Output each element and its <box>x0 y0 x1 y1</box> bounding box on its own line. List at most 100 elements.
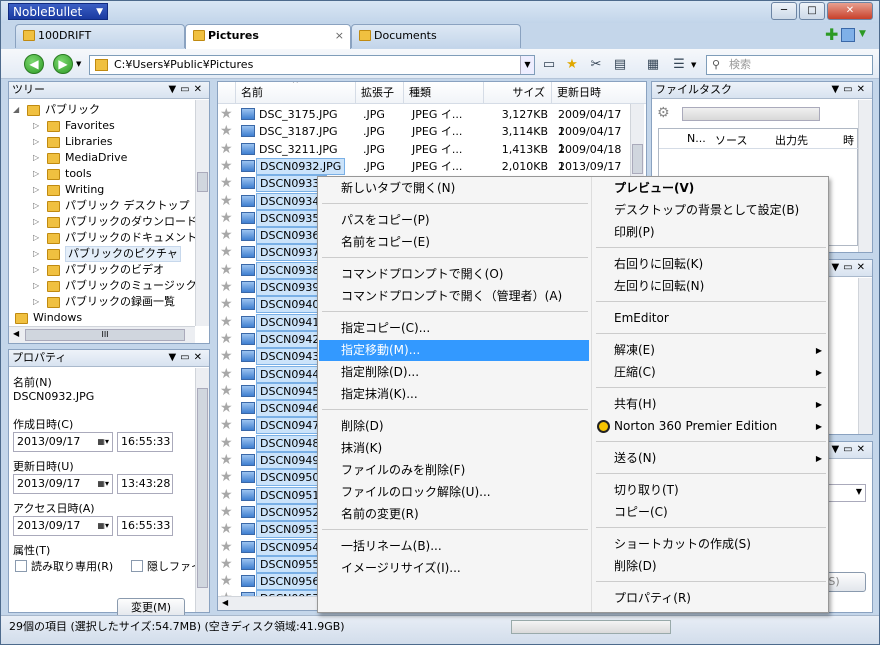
menu-item[interactable]: 左回りに回転(N) <box>592 276 828 297</box>
star-icon[interactable]: ★ <box>220 227 233 244</box>
view-dropdown-icon[interactable]: ▼ <box>691 61 696 69</box>
star-icon[interactable]: ★ <box>220 521 233 538</box>
table-row[interactable]: ★ DSCN0932.JPG .JPG JPEG イ... 2,010KB 2013/09… <box>218 157 630 190</box>
tree-item[interactable]: ▷ MediaDrive <box>9 150 195 166</box>
expand-icon[interactable]: ▷ <box>33 150 39 166</box>
menu-item[interactable]: 抹消(K) <box>319 438 589 459</box>
star-icon[interactable]: ★ <box>220 383 233 400</box>
menu-item[interactable]: 指定移動(M)... <box>319 340 589 361</box>
star-icon[interactable]: ★ <box>220 487 233 504</box>
star-icon[interactable]: ★ <box>220 331 233 348</box>
tree-item[interactable]: ▷ パブリックのビデオ <box>9 262 195 278</box>
star-icon[interactable]: ★ <box>220 210 233 227</box>
expand-icon[interactable]: ▷ <box>33 230 39 246</box>
tree-item[interactable]: ▷ パブリックのドキュメント <box>9 230 197 246</box>
menu-item[interactable]: 名前をコピー(E) <box>319 232 589 253</box>
star-icon[interactable]: ★ <box>220 123 233 140</box>
created-time-field[interactable]: 16:55:33 <box>117 432 173 452</box>
readonly-checkbox[interactable] <box>15 560 27 572</box>
star-icon[interactable]: ★ <box>220 417 233 434</box>
table-row[interactable]: ★ DSC_3211.JPG .JPG JPEG イ... 1,413KB 2009/04… <box>218 141 630 173</box>
close-button[interactable]: ✕ <box>827 2 873 20</box>
menu-item[interactable]: 削除(D) <box>319 416 589 437</box>
menu-item[interactable]: コピー(C) <box>592 502 828 523</box>
search-input[interactable]: ⚲ 検索 <box>706 55 873 75</box>
tree-item[interactable]: ▷ パブリックのピクチャ <box>9 246 195 262</box>
star-icon[interactable]: ★ <box>220 539 233 556</box>
view-icon[interactable]: ▦ <box>645 57 661 73</box>
star-icon[interactable]: ★ <box>220 262 233 279</box>
tab-documents[interactable]: Documents <box>351 24 521 48</box>
star-icon[interactable]: ★ <box>220 573 233 590</box>
forward-button[interactable]: ▶ <box>53 54 73 74</box>
tab-pictures[interactable]: Pictures × <box>185 24 351 49</box>
star-icon[interactable]: ★ <box>220 314 233 331</box>
dropdown-icon[interactable]: ▼ <box>859 29 866 39</box>
menu-item[interactable]: 印刷(P) <box>592 222 828 243</box>
modified-time-field[interactable]: 13:43:28 <box>117 474 173 494</box>
expand-icon[interactable]: ▷ <box>33 134 39 150</box>
menu-item[interactable]: 右回りに回転(K) <box>592 254 828 275</box>
table-row[interactable]: ★ DSC_3187.JPG .JPG JPEG イ... 3,114KB 2009/04… <box>218 123 630 155</box>
task-col-dest[interactable]: 出力先 <box>775 132 808 148</box>
menu-item[interactable]: ファイルのみを削除(F) <box>319 460 589 481</box>
star-icon[interactable]: ★ <box>220 366 233 383</box>
tab-100drift[interactable]: 100DRIFT <box>15 24 185 48</box>
task-col-source[interactable]: ソース <box>715 132 747 148</box>
menu-item[interactable]: コマンドプロンプトで開く（管理者）(A) <box>319 286 589 307</box>
expand-icon[interactable]: ▷ <box>33 262 39 278</box>
tools-icon[interactable]: ✂ <box>588 57 604 73</box>
menu-item[interactable]: プロパティ(R) <box>592 588 828 609</box>
favorites-star-icon[interactable]: ★ <box>564 57 580 73</box>
pane-controls[interactable]: ▼▭✕ <box>168 350 206 366</box>
menu-item[interactable]: コマンドプロンプトで開く(O) <box>319 264 589 285</box>
star-icon[interactable]: ★ <box>220 452 233 469</box>
star-icon[interactable]: ★ <box>220 193 233 210</box>
column-header-size[interactable]: サイズ <box>484 82 552 104</box>
star-icon[interactable]: ★ <box>220 400 233 417</box>
menu-item[interactable]: Norton 360 Premier Edition ▶ <box>592 416 828 437</box>
star-icon[interactable]: ★ <box>220 348 233 365</box>
menu-item[interactable]: ショートカットの作成(S) <box>592 534 828 555</box>
tree-item[interactable]: ▷ Writing <box>9 182 195 198</box>
back-button[interactable]: ◀ <box>24 54 44 74</box>
star-icon[interactable]: ★ <box>220 175 233 192</box>
hscroll-thumb[interactable]: III <box>25 329 185 341</box>
minimize-button[interactable]: ─ <box>771 2 797 20</box>
expand-icon[interactable]: ▷ <box>33 118 39 134</box>
menu-item[interactable]: 圧縮(C) ▶ <box>592 362 828 383</box>
menu-item[interactable]: 解凍(E) ▶ <box>592 340 828 361</box>
expand-icon[interactable]: ▷ <box>33 278 39 294</box>
star-icon[interactable]: ★ <box>220 106 233 123</box>
column-header-ext[interactable]: 拡張子 <box>356 82 404 104</box>
task-col-time[interactable]: 時 <box>843 132 854 148</box>
tree-item[interactable]: Windows <box>9 310 195 326</box>
menu-item[interactable]: 指定削除(D)... <box>319 362 589 383</box>
menu-item[interactable]: 共有(H) ▶ <box>592 394 828 415</box>
tree-item[interactable]: ▷ パブリックのミュージック <box>9 278 197 294</box>
gear-icon[interactable]: ⚙ <box>657 105 670 121</box>
menu-item[interactable]: 新しいタブで開く(N) <box>319 178 589 199</box>
tab-close-icon[interactable]: × <box>335 25 344 47</box>
expand-icon[interactable]: ▷ <box>33 182 39 198</box>
menu-item[interactable]: EmEditor <box>592 308 828 329</box>
expand-icon[interactable]: ◢ <box>13 102 19 118</box>
star-icon[interactable]: ★ <box>220 504 233 521</box>
task-col-n[interactable]: N... <box>687 132 706 145</box>
menu-item[interactable]: ファイルのロック解除(U)... <box>319 482 589 503</box>
accessed-date-field[interactable]: 2013/09/17 ▦▾ <box>13 516 113 536</box>
menu-item[interactable]: 指定コピー(C)... <box>319 318 589 339</box>
star-icon[interactable]: ★ <box>220 296 233 313</box>
column-header-date[interactable]: 更新日時 <box>552 82 646 104</box>
menu-item[interactable]: プレビュー(V) <box>592 178 828 199</box>
menu-item[interactable]: 送る(N) ▶ <box>592 448 828 469</box>
filetask-vscroll[interactable] <box>858 100 872 252</box>
menu-item[interactable]: イメージリサイズ(I)... <box>319 558 589 579</box>
hidden-checkbox[interactable] <box>131 560 143 572</box>
menu-item[interactable]: 切り取り(T) <box>592 480 828 501</box>
tree-item[interactable]: ▷ パブリックのダウンロード <box>9 214 197 230</box>
expand-icon[interactable]: ▷ <box>33 246 39 262</box>
expand-icon[interactable]: ▷ <box>33 214 39 230</box>
star-icon[interactable]: ★ <box>220 244 233 261</box>
computer-icon[interactable]: ▭ <box>541 57 557 73</box>
